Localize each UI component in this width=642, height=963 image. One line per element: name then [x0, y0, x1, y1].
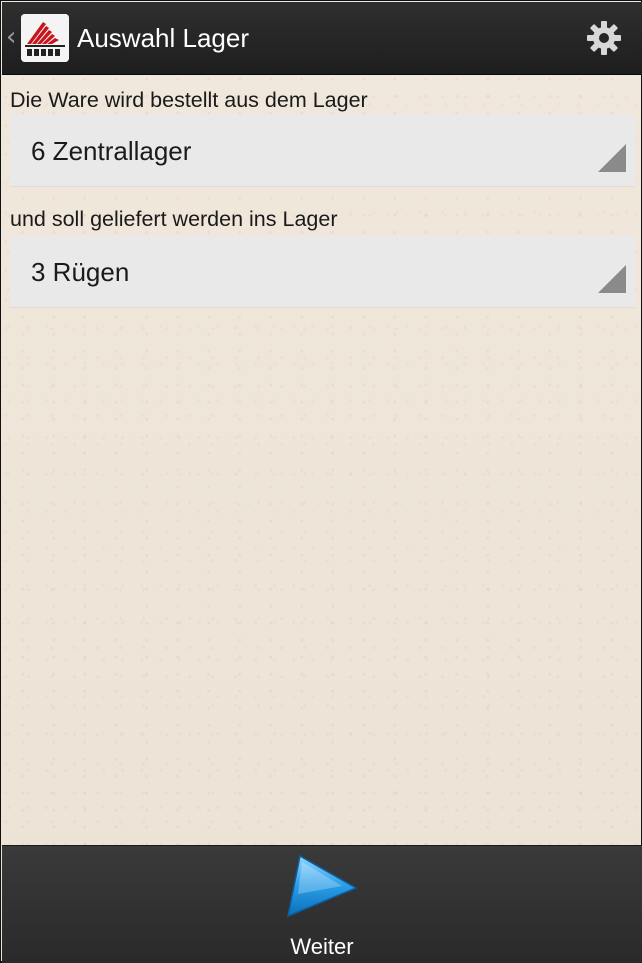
screen: ‹ Auswahl Lager Die Ware wird bestellt a… — [0, 0, 642, 963]
play-triangle-icon — [286, 854, 358, 920]
app-logo-icon[interactable] — [21, 14, 69, 62]
dropdown-corner-icon — [598, 265, 626, 293]
from-warehouse-spinner[interactable]: 6 Zentrallager — [10, 115, 635, 186]
page-title: Auswahl Lager — [77, 23, 249, 53]
gear-icon — [584, 18, 624, 58]
action-bar: ‹ Auswahl Lager — [2, 2, 642, 75]
dropdown-corner-icon — [598, 144, 626, 172]
to-warehouse-spinner[interactable]: 3 Rügen — [10, 236, 635, 307]
next-button[interactable]: Weiter — [272, 846, 372, 963]
to-warehouse-value: 3 Rügen — [31, 257, 130, 287]
from-warehouse-value: 6 Zentrallager — [31, 136, 192, 166]
up-caret-icon[interactable]: ‹ — [6, 20, 16, 54]
from-warehouse-label: Die Ware wird bestellt aus dem Lager — [10, 88, 368, 112]
bottom-bar: Weiter — [2, 845, 642, 963]
next-button-label: Weiter — [290, 934, 354, 959]
to-warehouse-label: und soll geliefert werden ins Lager — [10, 207, 338, 231]
settings-button[interactable] — [584, 18, 624, 58]
